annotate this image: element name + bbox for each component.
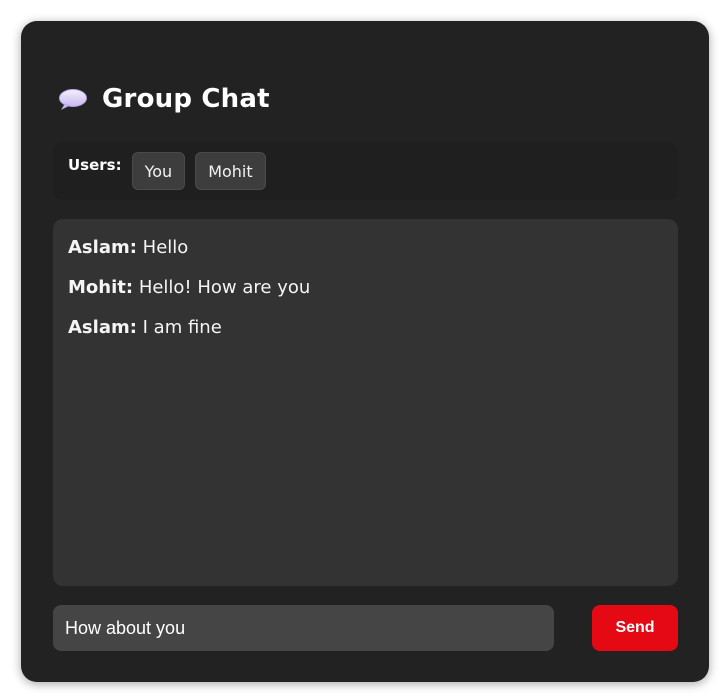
message-sender: Mohit:: [68, 277, 134, 298]
user-chip-you[interactable]: You: [131, 152, 186, 190]
message-input[interactable]: [53, 605, 554, 651]
page-title: Group Chat: [102, 84, 270, 114]
user-chip-mohit[interactable]: Mohit: [195, 152, 266, 190]
message-text: Hello: [142, 237, 189, 258]
message-item: Aslam: I am fine: [68, 317, 663, 339]
composer: Send: [53, 605, 678, 651]
message-sender: Aslam:: [68, 317, 137, 338]
message-text: Hello! How are you: [138, 277, 311, 298]
message-sender: Aslam:: [68, 237, 137, 258]
message-list: Aslam: Hello Mohit: Hello! How are you A…: [53, 219, 678, 586]
users-bar: Users: You Mohit: [53, 142, 678, 200]
send-button[interactable]: Send: [592, 605, 678, 651]
users-label: Users:: [68, 156, 122, 174]
message-item: Mohit: Hello! How are you: [68, 277, 663, 299]
speech-bubble-icon: [58, 88, 88, 110]
chat-card: Group Chat Users: You Mohit Aslam: Hello…: [21, 21, 709, 682]
chat-header: Group Chat: [58, 81, 270, 117]
message-text: I am fine: [142, 317, 222, 338]
message-item: Aslam: Hello: [68, 237, 663, 259]
